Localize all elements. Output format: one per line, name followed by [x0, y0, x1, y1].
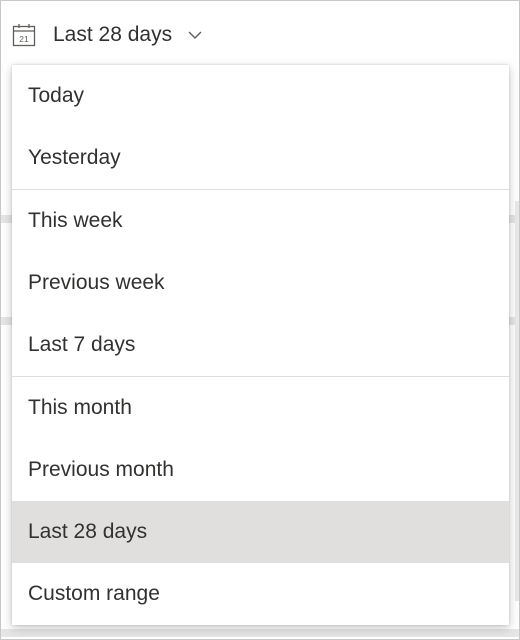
menu-item-last-7-days[interactable]: Last 7 days: [12, 314, 509, 376]
background-scroll-edge: [515, 201, 519, 601]
chevron-down-icon: [186, 26, 204, 44]
selected-range-label: Last 28 days: [53, 23, 173, 46]
background-row-divider: [1, 629, 519, 637]
date-range-menu: Today Yesterday This week Previous week Last…: [12, 65, 509, 625]
menu-item-this-month[interactable]: This month: [12, 377, 509, 439]
menu-item-last-28-days[interactable]: Last 28 days: [12, 501, 509, 563]
menu-item-previous-month[interactable]: Previous month: [12, 439, 509, 501]
menu-item-custom-range[interactable]: Custom range: [12, 563, 509, 625]
menu-item-today[interactable]: Today: [12, 65, 509, 127]
calendar-day-number: 21: [19, 34, 29, 44]
date-range-picker-window: 21 Last 28 days Today Yesterday This week P…: [0, 0, 520, 640]
menu-item-yesterday[interactable]: Yesterday: [12, 127, 509, 189]
calendar-icon: 21: [11, 22, 37, 48]
menu-item-this-week[interactable]: This week: [12, 190, 509, 252]
menu-item-previous-week[interactable]: Previous week: [12, 252, 509, 314]
date-range-dropdown-button[interactable]: 21 Last 28 days: [11, 15, 204, 55]
